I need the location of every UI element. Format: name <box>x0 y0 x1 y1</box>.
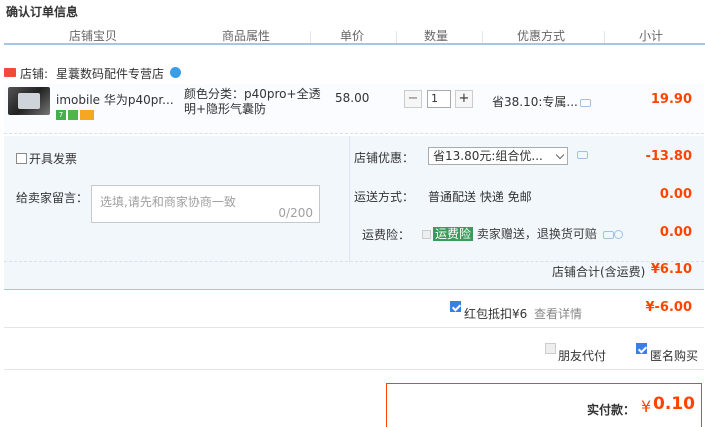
shipping-amount: 0.00 <box>659 187 692 202</box>
product-thumbnail[interactable] <box>8 87 50 115</box>
friend-pay-checkbox[interactable] <box>545 343 556 354</box>
page-title: 确认订单信息 <box>6 5 79 19</box>
shop-discount-select[interactable]: 省13.80元:组合优... <box>428 147 568 165</box>
quantity-input[interactable]: 1 <box>427 90 451 108</box>
shop-discount-label: 店铺优惠： <box>354 151 415 165</box>
credit-card-icon <box>80 110 94 120</box>
product-attributes: 颜色分类：p40pro+全透明+隐形气囊防 <box>184 87 321 116</box>
friend-pay-label: 朋友代付 <box>558 349 607 363</box>
view-details-link[interactable]: 查看详情 <box>534 305 582 322</box>
promotion-text: 省38.10:专属... <box>492 95 578 109</box>
checkbox-icon <box>16 153 27 164</box>
red-packet-value: ¥-6.00 <box>645 300 692 315</box>
service-tags: 7 <box>56 110 96 124</box>
column-header-unit-price: 单价 <box>340 29 365 43</box>
shipping-label: 运送方式： <box>354 190 415 204</box>
column-header-attributes: 商品属性 <box>222 29 271 43</box>
order-options-left: 开具发票 给卖家留言： 选填,请先和商家协商一致 0/200 <box>4 136 350 262</box>
shop-discount-amount: -13.80 <box>645 149 692 164</box>
red-packet-checkbox[interactable] <box>450 301 461 312</box>
insurance-checkbox <box>422 230 431 239</box>
shop-total-label: 店铺合计(含运费) <box>552 265 646 279</box>
shop-total-value: ¥6.10 <box>650 262 692 277</box>
shop-row: 店铺: 星蘘数码配件专营店 <box>4 62 704 82</box>
chevron-down-icon <box>555 150 565 160</box>
column-divider <box>310 31 311 43</box>
comment-icon <box>602 230 614 239</box>
product-title-link[interactable]: imobile 华为p40pr... <box>56 91 174 108</box>
anonymous-label: 匿名购买 <box>650 349 699 363</box>
wangwang-chat-icon[interactable] <box>170 67 181 78</box>
guarantee-icon <box>68 110 78 120</box>
message-char-count: 0/200 <box>278 206 313 220</box>
column-divider <box>482 31 483 43</box>
decrease-quantity-button[interactable]: − <box>404 90 422 108</box>
freight-insurance: 运费险 卖家赠送，退换货可赔 <box>422 225 623 242</box>
red-packet-row: 红包抵扣¥6 查看详情 ¥-6.00 <box>4 296 704 328</box>
seven-day-return-icon: 7 <box>56 110 66 120</box>
insurance-amount: 0.00 <box>659 225 692 240</box>
insurance-text: 卖家赠送，退换货可赔 <box>476 227 597 241</box>
item-row: imobile 华为p40pr... 7 颜色分类：p40pro+全透明+隐形气… <box>4 84 704 134</box>
comment-icon <box>577 151 588 159</box>
column-divider <box>396 31 397 43</box>
red-packet-label: 红包抵扣¥6 <box>464 307 528 321</box>
shop-label: 店铺: <box>20 67 49 81</box>
column-header-promotion: 优惠方式 <box>517 29 566 43</box>
invoice-label: 开具发票 <box>29 152 78 166</box>
order-options-panel: 开具发票 给卖家留言： 选填,请先和商家协商一致 0/200 店铺优惠： 省13… <box>4 136 704 262</box>
table-header: 店铺宝贝 商品属性 单价 数量 优惠方式 小计 <box>4 27 705 45</box>
tmall-icon <box>4 68 16 77</box>
message-label: 给卖家留言： <box>16 191 89 205</box>
payment-amount: 0.10 <box>653 394 695 414</box>
comment-icon <box>579 98 591 107</box>
column-header-subtotal: 小计 <box>639 29 664 43</box>
anonymous-checkbox[interactable] <box>636 343 647 354</box>
column-divider <box>604 31 605 43</box>
payment-summary: 实付款： ¥ 0.10 <box>386 383 702 427</box>
buy-options-row: 朋友代付 匿名购买 <box>4 338 704 370</box>
message-input[interactable]: 选填,请先和商家协商一致 0/200 <box>91 185 320 223</box>
shop-discount-value: 省13.80元:组合优... <box>433 149 543 163</box>
shipping-method: 普通配送 快递 免邮 <box>428 190 532 204</box>
increase-quantity-button[interactable]: + <box>455 90 473 108</box>
payment-label: 实付款： <box>587 403 636 417</box>
help-icon[interactable] <box>613 230 623 239</box>
shop-total-row: 店铺合计(含运费) ¥6.10 <box>4 262 704 290</box>
invoice-checkbox[interactable]: 开具发票 <box>16 150 77 167</box>
insurance-label: 运费险： <box>362 228 411 242</box>
message-placeholder: 选填,请先和商家协商一致 <box>100 195 236 209</box>
unit-price: 58.00 <box>335 91 370 105</box>
item-subtotal: 19.90 <box>650 92 692 107</box>
payment-currency: ¥ <box>641 397 652 416</box>
insurance-tag: 运费险 <box>433 227 474 241</box>
column-header-shop-item: 店铺宝贝 <box>69 29 118 43</box>
shop-name-link[interactable]: 星蘘数码配件专营店 <box>56 65 164 82</box>
column-header-quantity: 数量 <box>424 29 449 43</box>
promotion-selector[interactable]: 省38.10:专属... <box>492 93 591 110</box>
